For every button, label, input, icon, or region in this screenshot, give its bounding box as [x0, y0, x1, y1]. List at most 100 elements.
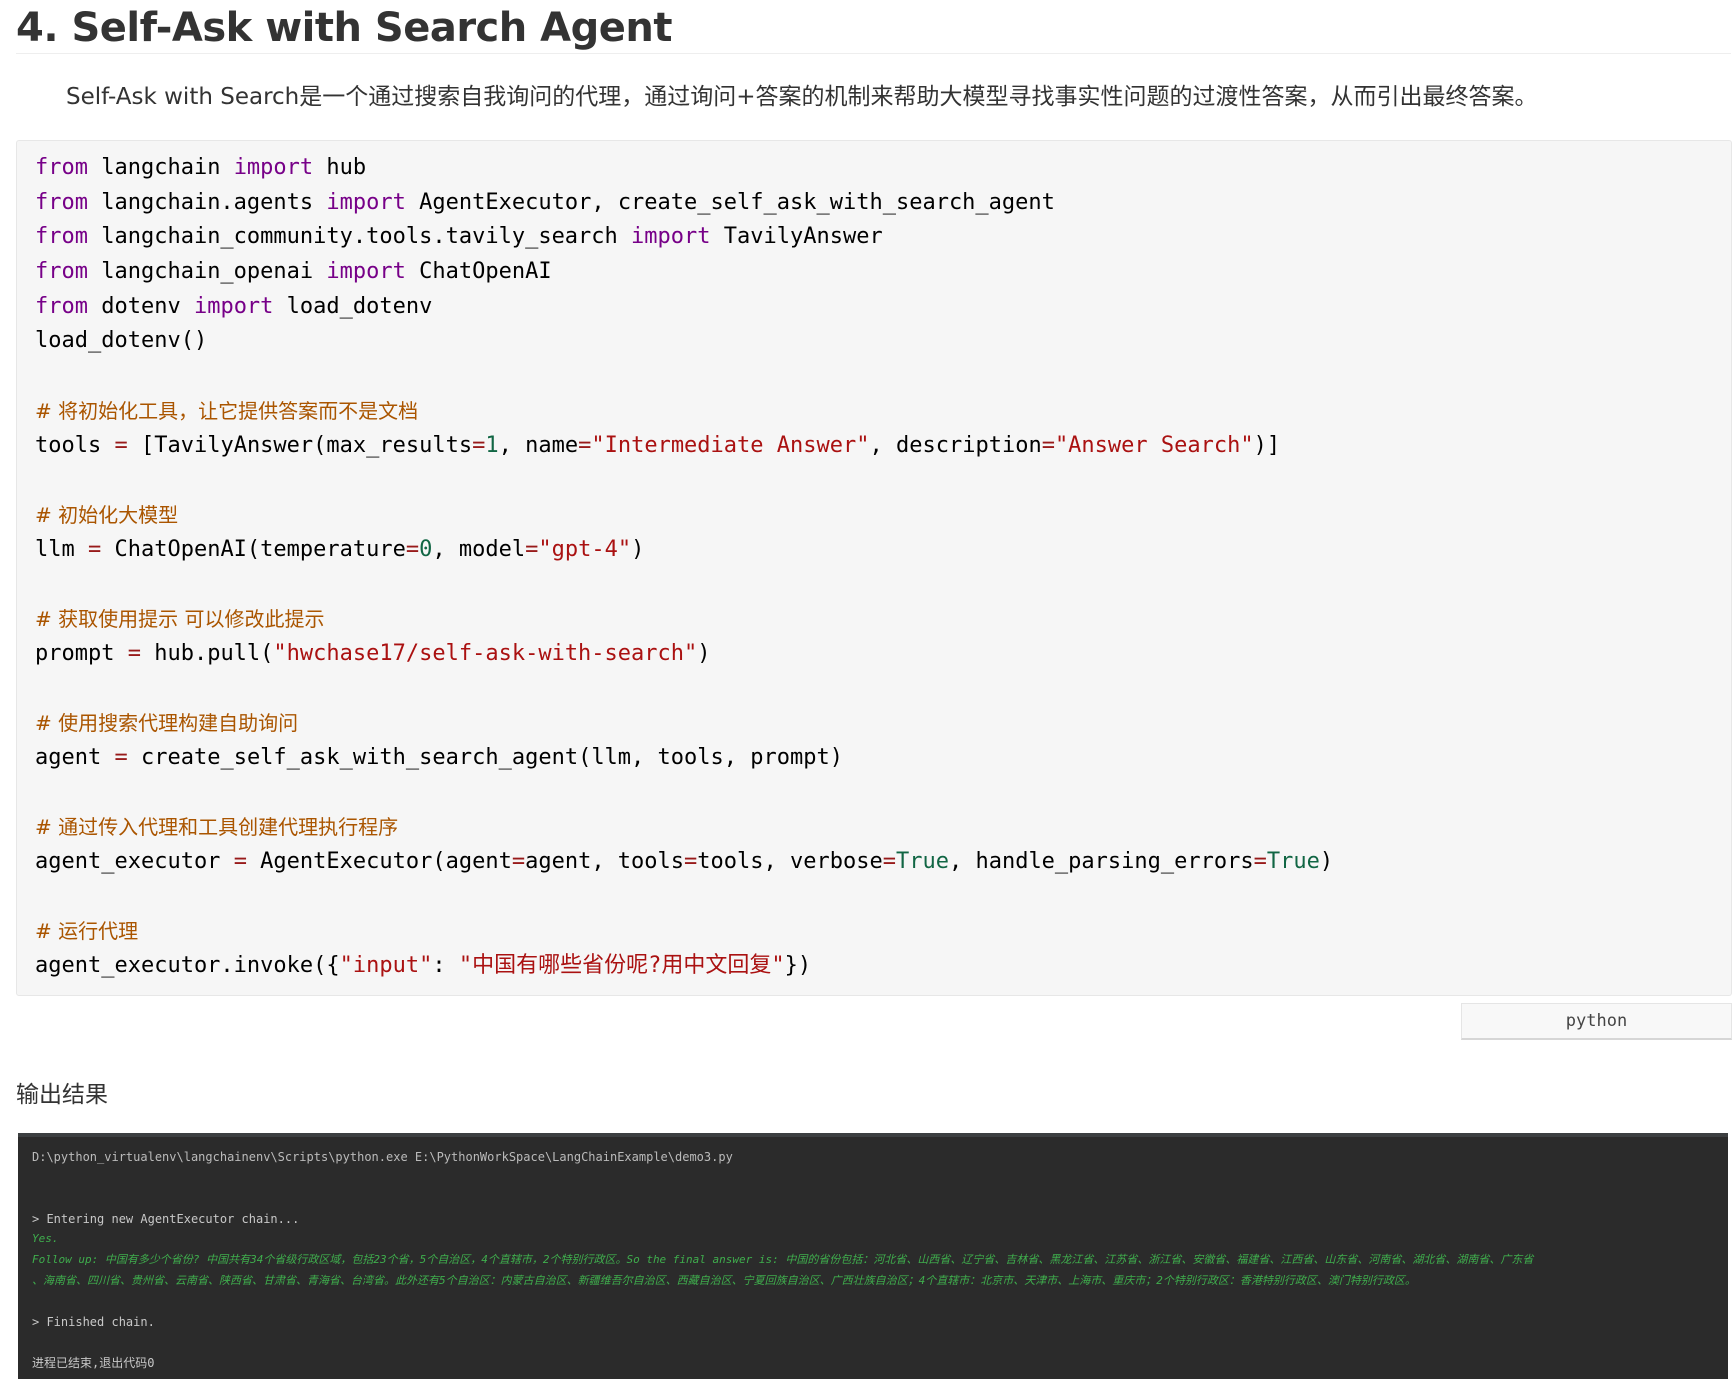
code-line: from langchain_openai import ChatOpenAI	[35, 255, 1731, 290]
code-line: agent = create_self_ask_with_search_agen…	[35, 741, 1731, 776]
code-token: True	[895, 848, 949, 874]
code-token: hub.pull(	[140, 640, 274, 666]
code-keyword: import	[193, 293, 274, 319]
code-line: agent_executor.invoke({"input": "中国有哪些省份…	[35, 949, 1731, 984]
code-line: agent_executor = AgentExecutor(agent=age…	[35, 845, 1731, 880]
code-token: =	[405, 536, 420, 562]
code-token: , name	[498, 432, 579, 458]
code-token: =	[511, 848, 526, 874]
code-keyword: import	[326, 189, 406, 215]
code-token: =	[1253, 848, 1267, 874]
code-token: langchain	[87, 155, 234, 180]
code-keyword: import	[326, 259, 406, 285]
code-comment: # 获取使用提示 可以修改此提示	[35, 606, 325, 631]
code-token: )	[1319, 848, 1334, 874]
code-string: "Answer Search"	[1054, 432, 1254, 458]
code-token: =	[114, 432, 128, 458]
code-token: AgentExecutor, create_self_ask_with_sear…	[405, 189, 1055, 215]
code-comment: # 使用搜索代理构建自助询问	[35, 711, 299, 735]
code-token: llm	[35, 536, 88, 562]
code-block[interactable]: from langchain import hub from langchain.…	[16, 140, 1732, 996]
code-token: )	[697, 640, 711, 666]
code-comment: # 将初始化工具，让它提供答案而不是文档	[35, 398, 419, 423]
code-token: agent, tools	[525, 848, 685, 874]
code-line: # 通过传入代理和工具创建代理执行程序	[35, 810, 1731, 845]
terminal-output: D:\python_virtualenv\langchainenv\Script…	[18, 1133, 1728, 1379]
code-line: from dotenv import load_dotenv	[35, 290, 1731, 325]
code-string: "input"	[339, 952, 433, 978]
code-comment: # 初始化大模型	[35, 502, 179, 527]
code-token: =	[127, 640, 141, 666]
code-token: })	[784, 952, 812, 978]
code-token: agent_executor.invoke({	[35, 952, 340, 978]
code-string: "gpt-4"	[538, 536, 632, 562]
code-token: langchain.agents	[87, 189, 327, 215]
code-token: =	[87, 536, 102, 562]
code-token: =	[882, 848, 896, 874]
code-line: prompt = hub.pull("hwchase17/self-ask-wi…	[35, 637, 1731, 672]
code-token: [TavilyAnswer(max_results	[127, 432, 473, 458]
code-token: load_dotenv	[273, 293, 433, 319]
code-token: =	[578, 432, 592, 458]
code-token: , description	[869, 432, 1042, 458]
code-string: "中国有哪些省份呢?用中文回复"	[458, 952, 785, 978]
code-token: ChatOpenAI(temperature	[101, 536, 406, 562]
code-token: prompt	[35, 640, 128, 666]
code-token: create_self_ask_with_search_agent(llm, t…	[127, 744, 843, 770]
code-keyword: import	[233, 155, 314, 180]
code-string: "hwchase17/self-ask-with-search"	[273, 640, 698, 666]
code-token: :	[432, 952, 459, 978]
terminal-line: > Entering new AgentExecutor chain...	[32, 1211, 300, 1226]
code-token: tools, verbose	[697, 848, 883, 874]
code-comment: # 运行代理	[35, 919, 139, 944]
code-keyword: from	[35, 155, 88, 180]
code-token: , handle_parsing_errors	[948, 848, 1254, 874]
terminal-line: 、海南省、四川省、贵州省、云南省、陕西省、甘肃省、青海省、台湾省。此外还有5个自…	[32, 1273, 1416, 1287]
code-token: hub	[313, 155, 367, 180]
code-token: =	[114, 744, 128, 770]
code-token: =	[1041, 432, 1055, 458]
code-token: load_dotenv()	[35, 328, 208, 354]
code-keyword: from	[35, 224, 88, 250]
language-badge[interactable]: python	[1461, 1003, 1732, 1040]
code-token: )	[631, 536, 645, 562]
code-token: ChatOpenAI	[405, 259, 552, 285]
code-keyword: import	[631, 224, 711, 250]
code-token: True	[1266, 848, 1320, 874]
code-token: tools	[35, 432, 115, 458]
code-token: TavilyAnswer	[710, 224, 883, 250]
output-label: 输出结果	[16, 1082, 108, 1108]
terminal-line: Yes.	[32, 1232, 59, 1246]
code-token: )]	[1253, 432, 1281, 458]
code-token: , model	[432, 536, 526, 562]
code-keyword: from	[35, 293, 88, 319]
code-line: llm = ChatOpenAI(temperature=0, model="g…	[35, 533, 1731, 568]
code-line: # 使用搜索代理构建自助询问	[35, 706, 1731, 741]
code-line: tools = [TavilyAnswer(max_results=1, nam…	[35, 429, 1731, 464]
code-token: langchain_openai	[87, 259, 327, 285]
code-line: # 运行代理	[35, 914, 1731, 949]
code-token: agent_executor	[35, 848, 234, 874]
terminal-line: 进程已结束,退出代码0	[32, 1355, 155, 1370]
code-line: # 初始化大模型	[35, 498, 1731, 533]
code-token: dotenv	[87, 293, 194, 319]
code-comment: # 通过传入代理和工具创建代理执行程序	[35, 815, 399, 840]
code-token: AgentExecutor(agent	[246, 848, 512, 874]
code-line: from langchain.agents import AgentExecut…	[35, 186, 1731, 221]
code-string: "Intermediate Answer"	[591, 432, 870, 458]
code-token: =	[233, 848, 247, 874]
code-keyword: from	[35, 189, 88, 215]
code-token: =	[472, 432, 486, 458]
code-token: 1	[485, 432, 499, 458]
terminal-tab-indicator	[18, 1133, 100, 1137]
code-token: 0	[419, 536, 433, 562]
code-line: # 获取使用提示 可以修改此提示	[35, 602, 1731, 637]
